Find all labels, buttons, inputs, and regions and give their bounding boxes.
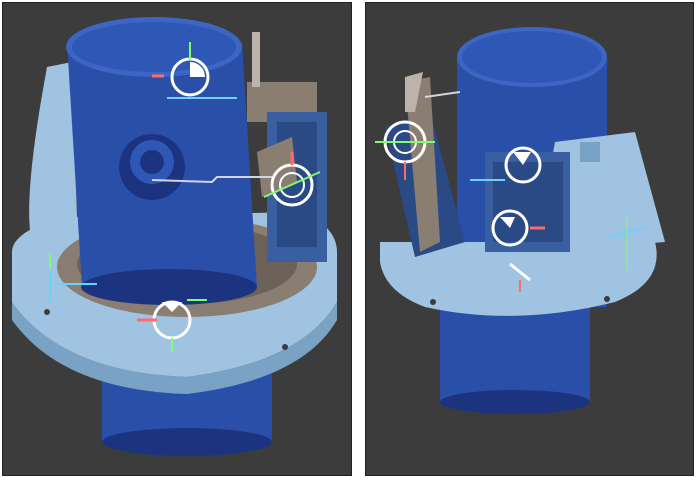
screw-hole bbox=[430, 299, 436, 305]
screw-hole bbox=[282, 344, 288, 350]
cad-viewport-left[interactable] bbox=[2, 2, 352, 476]
viewport-divider bbox=[352, 0, 365, 480]
mount-side-wall[interactable] bbox=[29, 62, 77, 242]
cad-viewport-right[interactable] bbox=[365, 2, 694, 476]
screw-hole bbox=[604, 296, 610, 302]
main-cylinder[interactable] bbox=[66, 17, 257, 305]
cad-scene-right[interactable] bbox=[365, 2, 694, 476]
screw-hole bbox=[44, 309, 50, 315]
lower-cylinder[interactable] bbox=[440, 302, 590, 414]
cad-scene-left[interactable] bbox=[2, 2, 352, 476]
